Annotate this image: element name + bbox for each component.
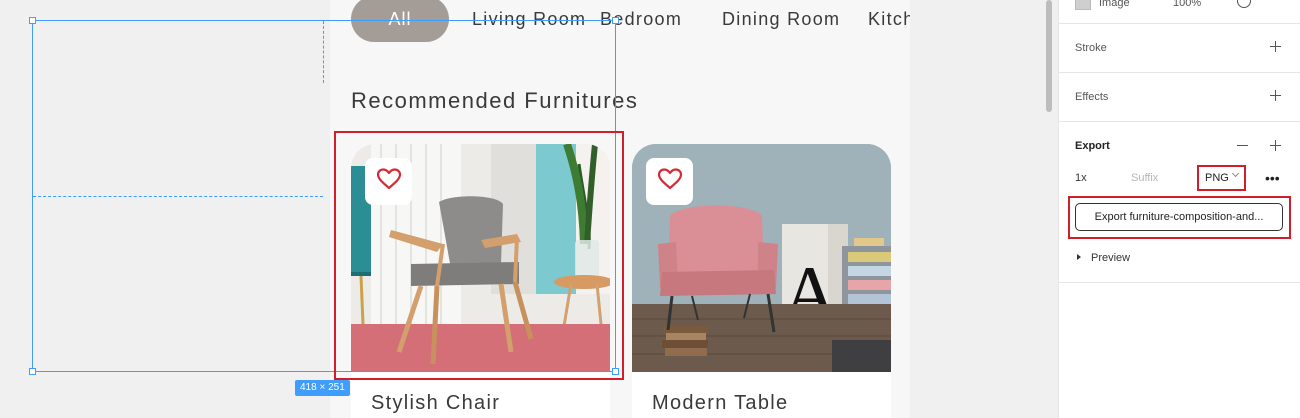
preview-toggle[interactable]: Preview bbox=[1091, 252, 1130, 264]
image-opacity-value: 100% bbox=[1173, 0, 1202, 9]
effects-section: Effects bbox=[1059, 73, 1300, 121]
resize-handle-bottom-left[interactable] bbox=[29, 368, 36, 375]
product-card[interactable]: A Modern Table bbox=[632, 144, 891, 418]
stroke-section: Stroke bbox=[1059, 24, 1300, 72]
divider bbox=[1059, 282, 1300, 283]
heart-outline-icon bbox=[657, 167, 683, 196]
highlight-box bbox=[334, 131, 624, 380]
resize-handle-top-right[interactable] bbox=[612, 17, 619, 24]
image-thumbnail-icon bbox=[1075, 0, 1091, 10]
favorite-button[interactable] bbox=[646, 158, 693, 205]
add-export-plus-icon[interactable] bbox=[1270, 140, 1281, 151]
stroke-label: Stroke bbox=[1075, 42, 1107, 54]
export-scale-value[interactable]: 1x bbox=[1075, 172, 1087, 184]
export-button[interactable]: Export furniture-composition-and... bbox=[1075, 203, 1283, 231]
canvas-scrollbar[interactable] bbox=[1046, 0, 1052, 112]
image-layer-label: Image bbox=[1099, 0, 1130, 9]
resize-handle-top-left[interactable] bbox=[29, 17, 36, 24]
category-tab-dining-room[interactable]: Dining Room bbox=[722, 9, 840, 30]
chevron-down-icon bbox=[1231, 169, 1240, 178]
export-label: Export bbox=[1075, 140, 1110, 152]
image-fill-row[interactable]: Image 100% bbox=[1059, 0, 1300, 12]
divider bbox=[1059, 121, 1300, 122]
more-options-icon[interactable]: ••• bbox=[1265, 170, 1280, 186]
product-name: Stylish Chair bbox=[371, 392, 501, 414]
disclosure-triangle-icon[interactable] bbox=[1077, 254, 1081, 260]
category-tab-kitchen[interactable]: Kitchen bbox=[868, 9, 910, 30]
selection-size-badge: 418 × 251 bbox=[295, 380, 350, 396]
product-name: Modern Table bbox=[652, 392, 789, 414]
remove-export-minus-icon[interactable] bbox=[1237, 145, 1248, 146]
suffix-input[interactable]: Suffix bbox=[1131, 172, 1158, 184]
guide-line-horizontal bbox=[33, 196, 323, 197]
guide-line-vertical bbox=[323, 21, 324, 83]
add-stroke-plus-icon[interactable] bbox=[1270, 41, 1281, 52]
format-select[interactable]: PNG bbox=[1197, 165, 1246, 191]
format-value: PNG bbox=[1205, 172, 1229, 184]
effects-label: Effects bbox=[1075, 91, 1109, 103]
design-canvas[interactable]: All Living Room Bedroom Dining Room Kitc… bbox=[0, 0, 1048, 418]
add-effect-plus-icon[interactable] bbox=[1270, 90, 1281, 101]
properties-panel: Image 100% Stroke Effects Export 1x Suff… bbox=[1058, 0, 1300, 418]
eye-icon[interactable] bbox=[1237, 0, 1251, 8]
